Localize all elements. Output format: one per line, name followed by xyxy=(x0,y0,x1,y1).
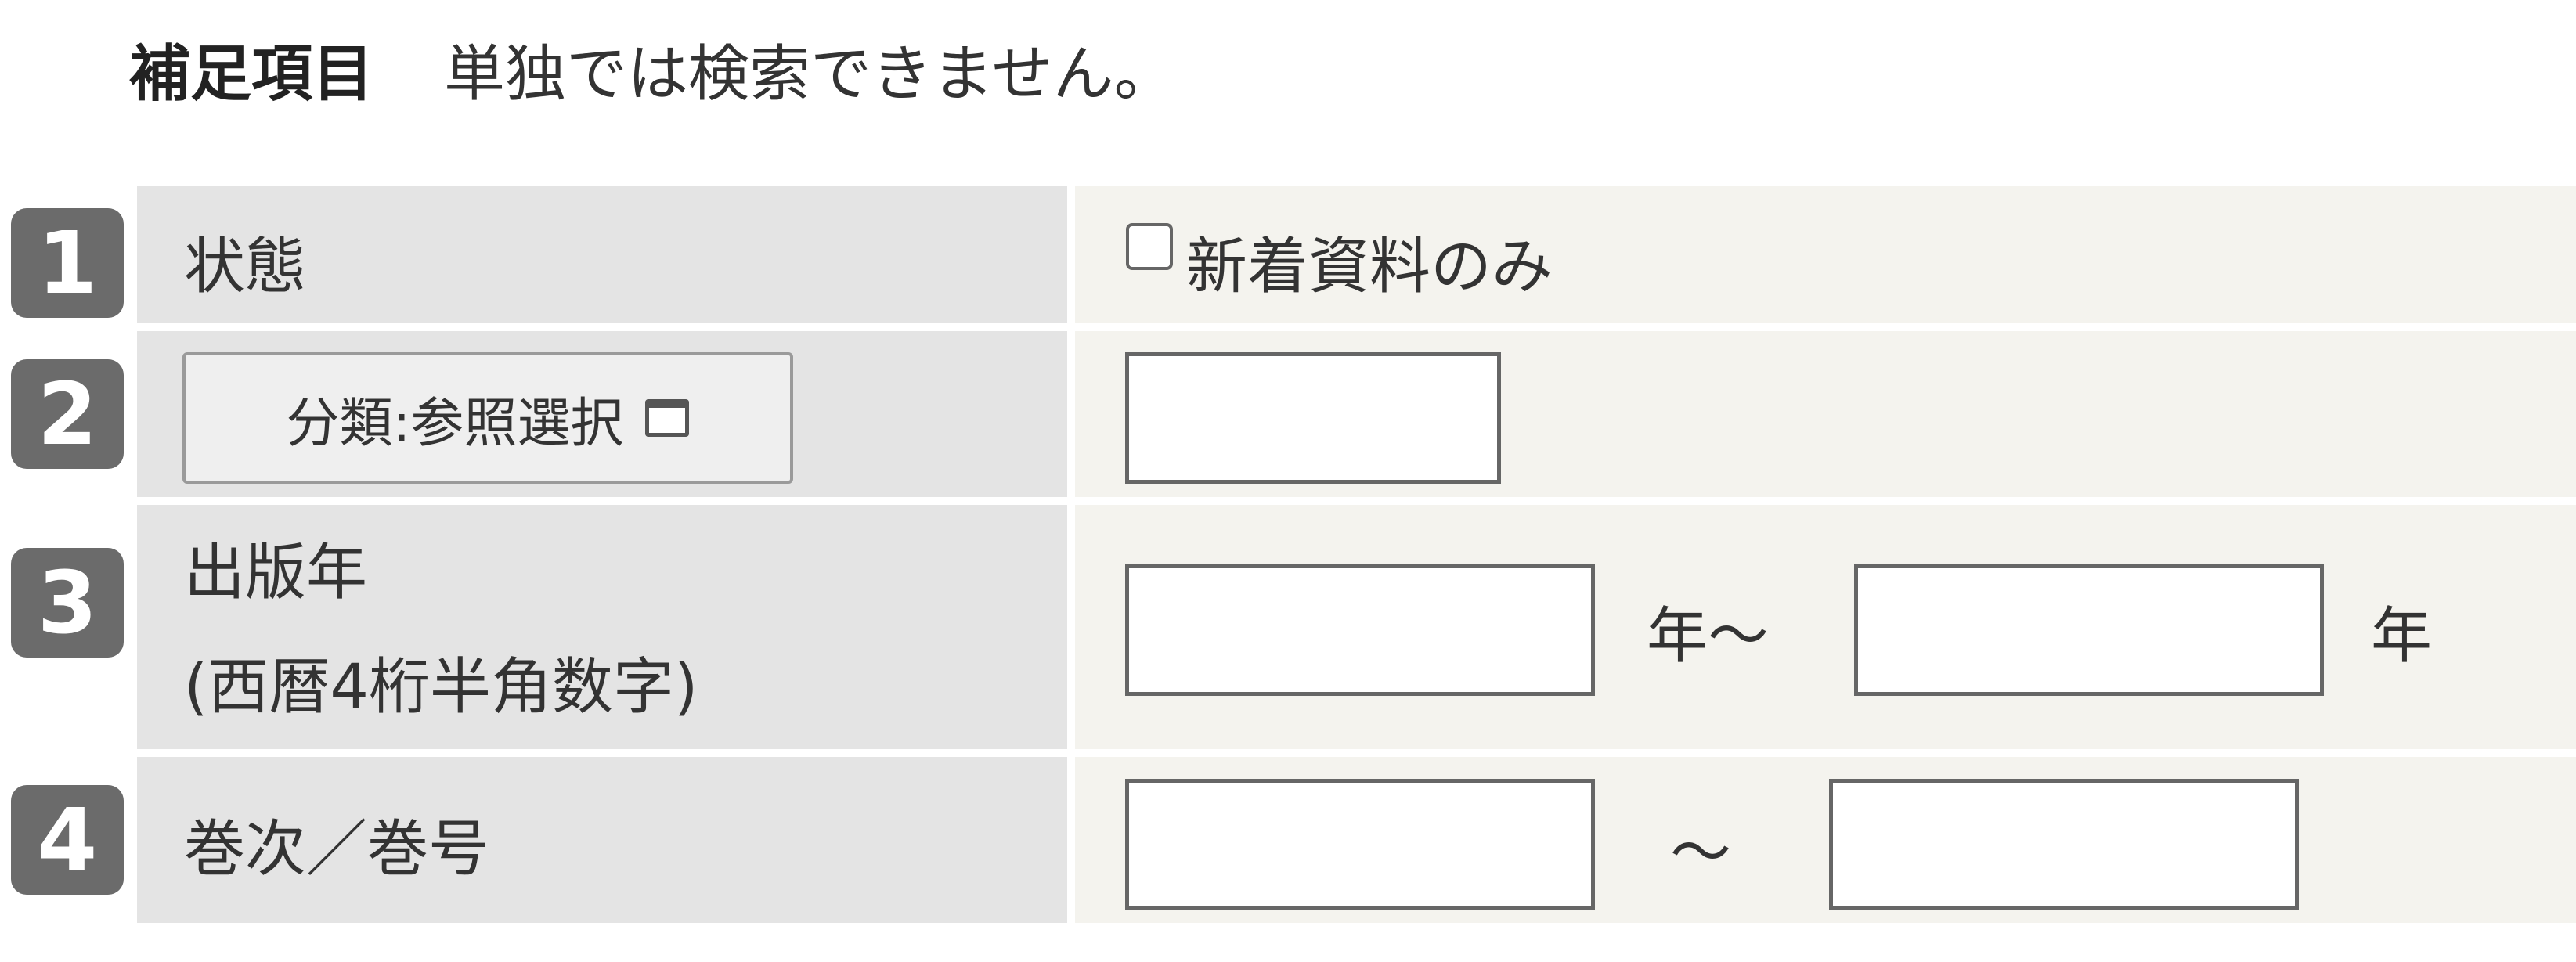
row-volume: 4 巻次／巻号 ～ xyxy=(0,757,2576,923)
classification-select-button[interactable]: 分類:参照選択 xyxy=(182,352,793,484)
year-to-input[interactable] xyxy=(1854,564,2324,696)
new-arrivals-label[interactable]: 新着資料のみ xyxy=(1186,218,1553,305)
row-number-badge: 4 xyxy=(11,785,124,895)
row-classification: 2 分類:参照選択 xyxy=(0,331,2576,497)
year-from-input[interactable] xyxy=(1125,564,1595,696)
classification-button-label: 分類:参照選択 xyxy=(286,392,624,455)
year-from-unit: 年～ xyxy=(1647,601,1770,672)
volume-label: 巻次／巻号 xyxy=(184,814,490,885)
status-label: 状態 xyxy=(184,232,307,302)
publication-year-hint: (西暦4桁半角数字) xyxy=(184,652,698,722)
volume-range-separator: ～ xyxy=(1670,818,1732,888)
volume-from-input[interactable] xyxy=(1125,779,1595,910)
publication-year-label: 出版年 xyxy=(184,538,368,608)
value-cell: ～ xyxy=(1075,757,2576,923)
label-cell: 出版年 (西暦4桁半角数字) xyxy=(137,505,1067,749)
section-heading: 補足項目 単独では検索できません。 xyxy=(129,22,1175,116)
section-note: 単独では検索できません。 xyxy=(444,39,1175,110)
year-to-unit: 年 xyxy=(2371,601,2433,672)
row-number-badge: 1 xyxy=(11,208,124,318)
window-icon xyxy=(645,399,690,437)
row-publication-year: 3 出版年 (西暦4桁半角数字) 年～ 年 xyxy=(0,505,2576,749)
section-title: 補足項目 xyxy=(129,39,374,110)
classification-input[interactable] xyxy=(1125,352,1501,484)
new-arrivals-checkbox[interactable] xyxy=(1126,223,1173,270)
row-status: 1 状態 新着資料のみ xyxy=(0,186,2576,323)
row-number-badge: 2 xyxy=(11,359,124,469)
value-cell xyxy=(1075,331,2576,497)
value-cell: 年～ 年 xyxy=(1075,505,2576,749)
value-cell: 新着資料のみ xyxy=(1075,186,2576,323)
volume-to-input[interactable] xyxy=(1829,779,2299,910)
label-cell: 巻次／巻号 xyxy=(137,757,1067,923)
label-cell: 状態 xyxy=(137,186,1067,323)
label-cell: 分類:参照選択 xyxy=(137,331,1067,497)
row-number-badge: 3 xyxy=(11,548,124,658)
